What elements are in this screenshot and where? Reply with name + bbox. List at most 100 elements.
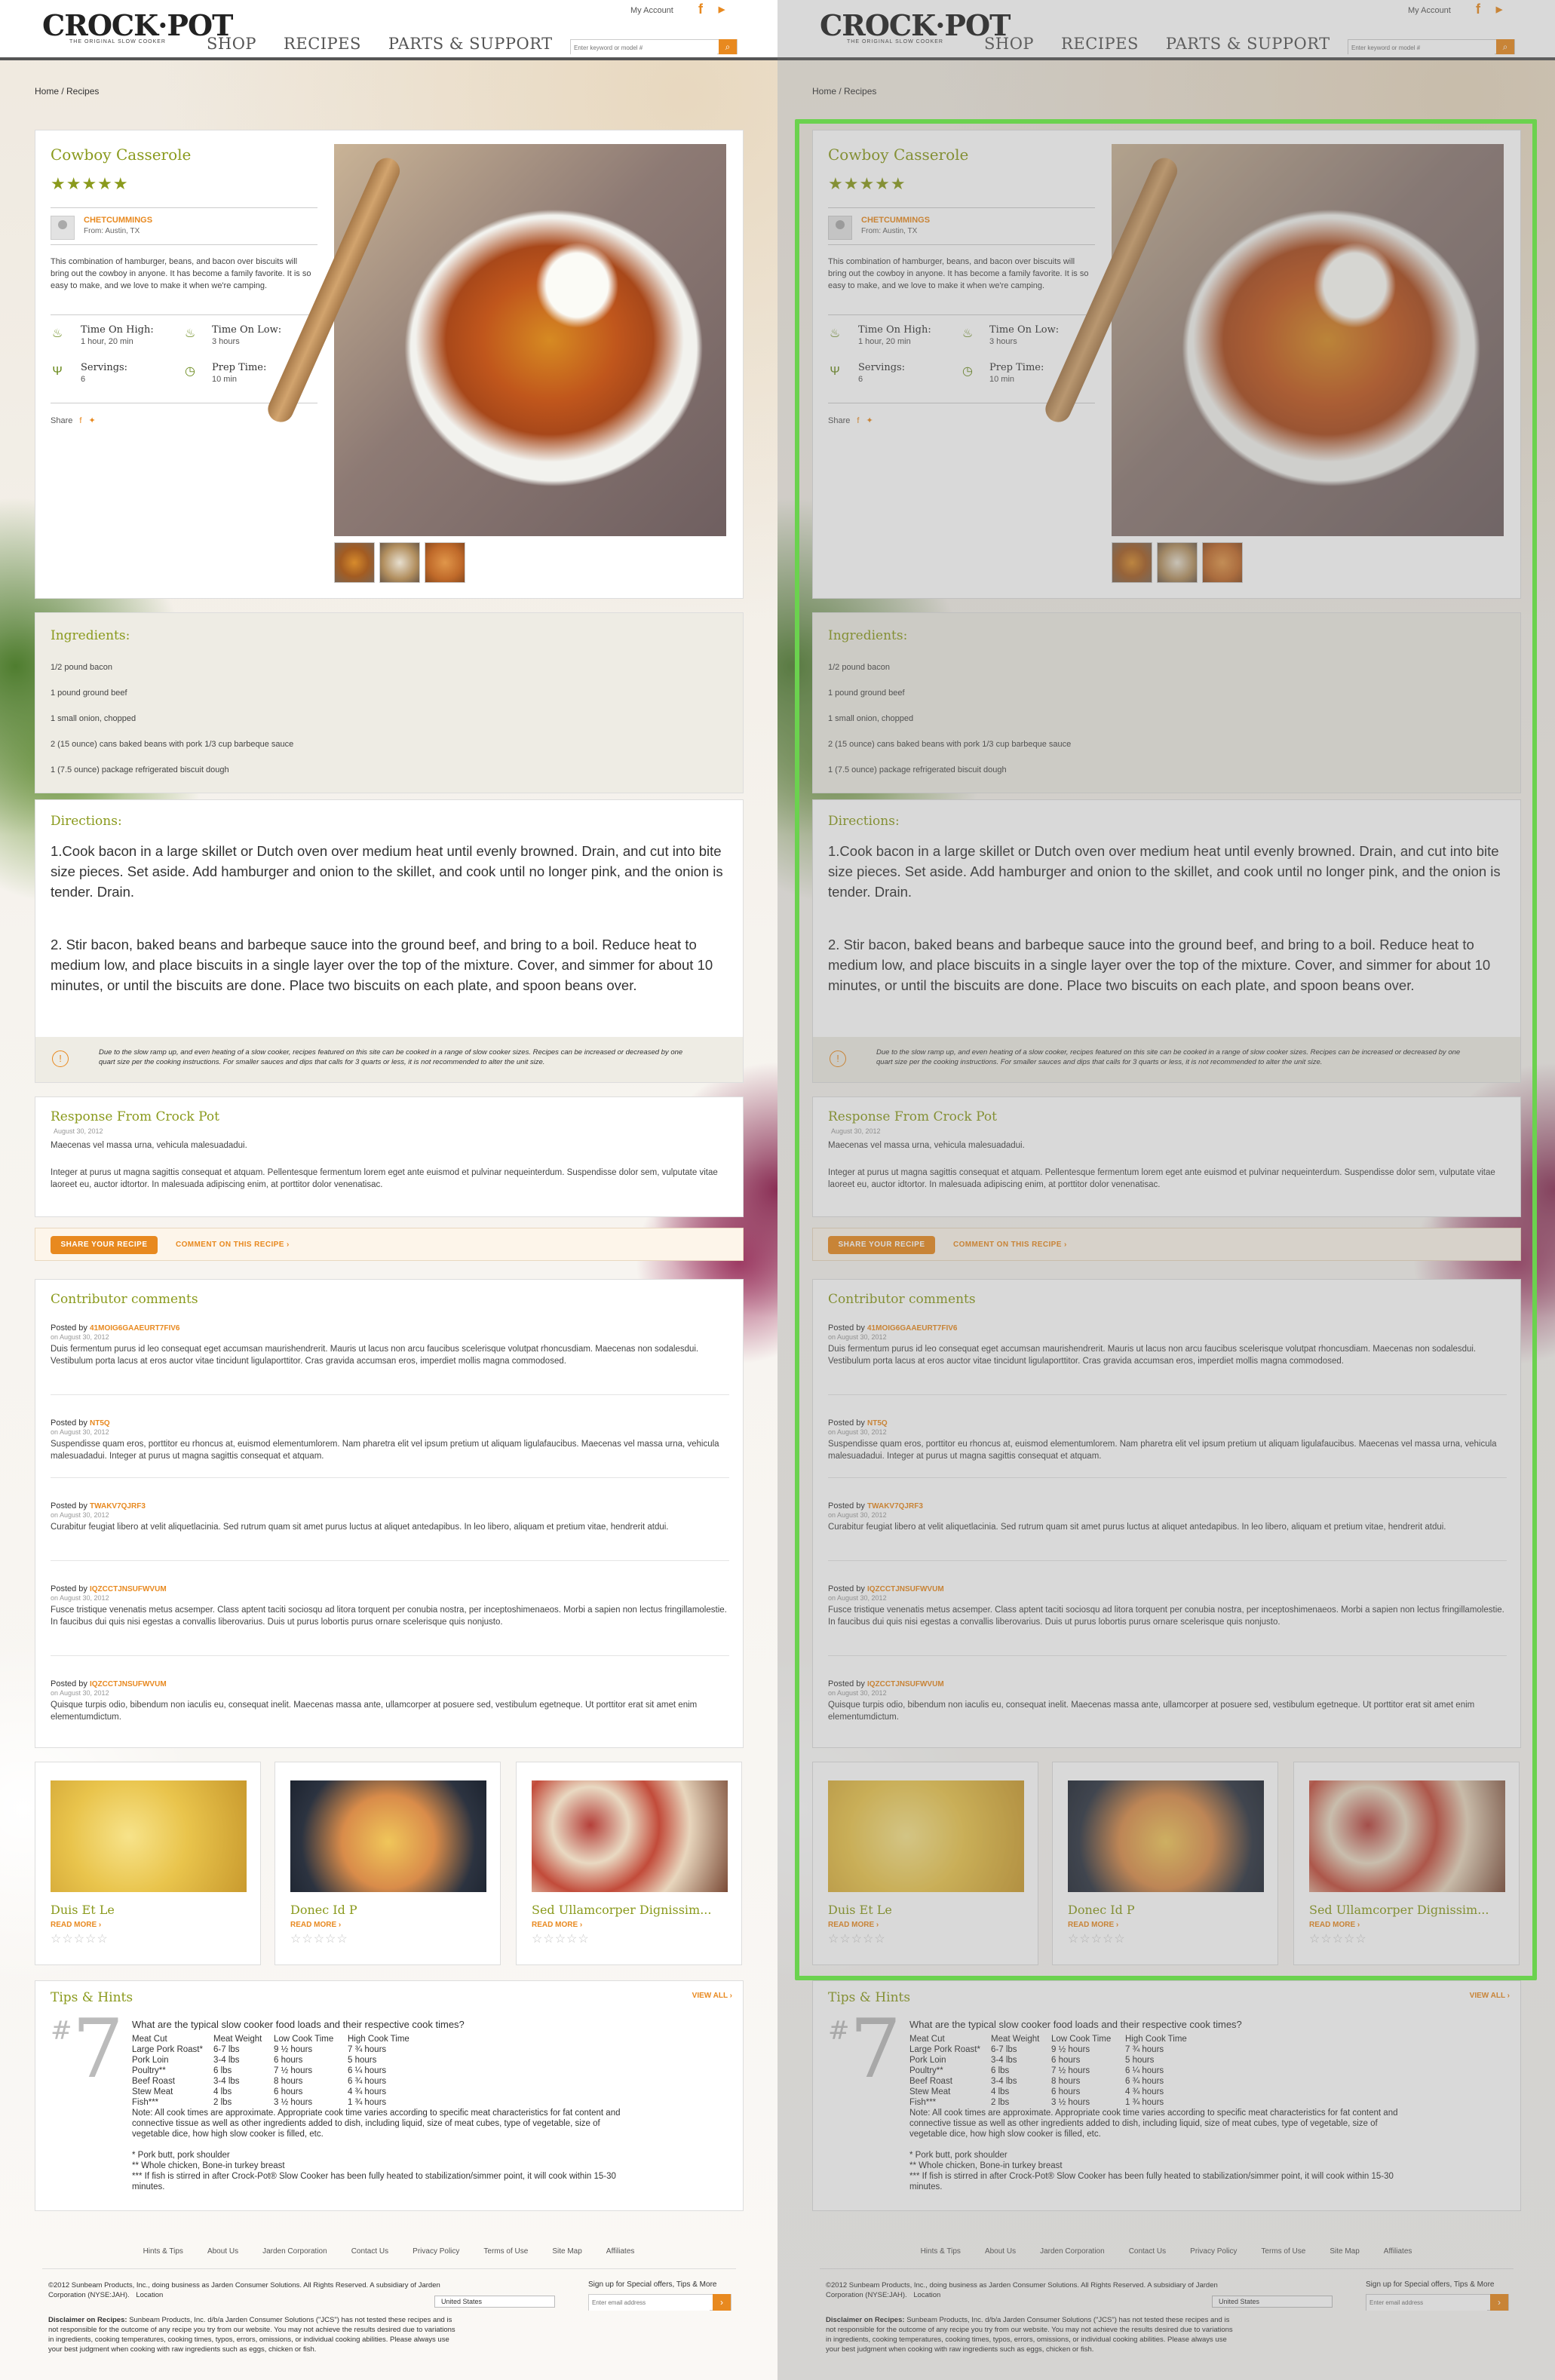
youtube-icon[interactable]: ▶ [715,2,728,20]
related-recipe-name[interactable]: Donec Id P [1068,1903,1135,1917]
nav-recipes[interactable]: RECIPES [284,35,361,53]
rating-stars[interactable]: ★★★★★ [828,174,906,194]
related-recipe-card[interactable]: Sed Ullamcorper Dignissim... READ MORE ›… [1293,1762,1520,1965]
comment: Posted by 41MOIG6GAAEURT7FIV6 on August … [828,1323,1507,1367]
related-recipe-name[interactable]: Duis Et Le [51,1903,115,1917]
footer-link[interactable]: Affiliates [606,2247,635,2256]
related-recipe-name[interactable]: Duis Et Le [828,1903,892,1917]
comment-user[interactable]: NT5Q [90,1419,110,1428]
footer-link[interactable]: Terms of Use [1261,2247,1305,2256]
comment-on-recipe-link[interactable]: COMMENT ON THIS RECIPE › [953,1241,1067,1249]
twitter-icon[interactable]: ✦ [89,416,96,425]
response-date: August 30, 2012 [54,1127,103,1135]
slow-cooker-note: ! Due to the slow ramp up, and even heat… [813,1037,1520,1082]
copyright: ©2012 Sunbeam Products, Inc., doing busi… [48,2280,455,2300]
twitter-icon[interactable]: ✦ [866,416,873,425]
comment-user[interactable]: IQZCCTJNSUFWVUM [90,1585,167,1593]
footer-link[interactable]: About Us [207,2247,238,2256]
footer-link[interactable]: About Us [985,2247,1016,2256]
youtube-icon[interactable]: ▶ [1492,2,1506,20]
view-all-link[interactable]: VIEW ALL › [1470,1992,1510,2000]
my-account-link[interactable]: My Account [630,6,673,15]
footer-link[interactable]: Contact Us [1129,2247,1166,2256]
my-account-link[interactable]: My Account [1408,6,1451,15]
read-more-link[interactable]: READ MORE › [532,1921,582,1929]
read-more-link[interactable]: READ MORE › [828,1921,879,1929]
avatar [51,216,75,240]
nav-shop[interactable]: SHOP [207,35,256,53]
related-recipe-card[interactable]: Donec Id P READ MORE › ☆☆☆☆☆ [275,1762,501,1965]
nav-parts-support[interactable]: PARTS & SUPPORT [388,35,553,53]
share-your-recipe-button[interactable]: SHARE YOUR RECIPE [51,1236,158,1254]
related-recipe-name[interactable]: Sed Ullamcorper Dignissim... [1309,1903,1489,1917]
country-select[interactable]: United States [434,2296,555,2308]
comment-user[interactable]: IQZCCTJNSUFWVUM [867,1680,944,1688]
photo-thumbnail[interactable] [379,542,420,583]
footer-link[interactable]: Privacy Policy [1190,2247,1237,2256]
posted-by-label: Posted by [828,1584,865,1593]
read-more-link[interactable]: READ MORE › [1068,1921,1118,1929]
table-cell: Pork Loin [132,2056,169,2065]
crockpot-logo[interactable]: CROCK·POT THE ORIGINAL SLOW COOKER [820,11,1011,45]
search-button[interactable]: ⌕ [719,39,737,54]
search-input[interactable] [1348,41,1495,55]
facebook-icon[interactable]: f [1471,2,1485,20]
footer-link[interactable]: Hints & Tips [143,2247,183,2256]
comment-user[interactable]: TWAKV7QJRF3 [867,1502,923,1511]
search-button[interactable]: ⌕ [1496,39,1514,54]
read-more-link[interactable]: READ MORE › [51,1921,101,1929]
comment-user[interactable]: 41MOIG6GAAEURT7FIV6 [90,1324,179,1333]
footer-link[interactable]: Jarden Corporation [1040,2247,1105,2256]
related-recipe-card[interactable]: Sed Ullamcorper Dignissim... READ MORE ›… [516,1762,742,1965]
email-input[interactable] [1366,2295,1487,2311]
related-recipe-photo [828,1780,1024,1892]
breadcrumb[interactable]: Home / Recipes [35,86,99,97]
read-more-link[interactable]: READ MORE › [1309,1921,1360,1929]
comment-user[interactable]: IQZCCTJNSUFWVUM [90,1680,167,1688]
photo-thumbnail[interactable] [1112,542,1152,583]
related-recipe-card[interactable]: Duis Et Le READ MORE › ☆☆☆☆☆ [812,1762,1038,1965]
photo-thumbnail[interactable] [425,542,465,583]
footer-link[interactable]: Jarden Corporation [262,2247,327,2256]
related-recipe-card[interactable]: Duis Et Le READ MORE › ☆☆☆☆☆ [35,1762,261,1965]
rating-stars[interactable]: ★★★★★ [51,174,129,194]
nav-recipes[interactable]: RECIPES [1061,35,1139,53]
nav-shop[interactable]: SHOP [984,35,1034,53]
nav-parts-support[interactable]: PARTS & SUPPORT [1166,35,1330,53]
crockpot-logo[interactable]: CROCK·POT THE ORIGINAL SLOW COOKER [42,11,233,45]
comment-user[interactable]: IQZCCTJNSUFWVUM [867,1585,944,1593]
footer-link[interactable]: Site Map [552,2247,581,2256]
comment-user[interactable]: NT5Q [867,1419,888,1428]
share-your-recipe-button[interactable]: SHARE YOUR RECIPE [828,1236,935,1254]
photo-thumbnail[interactable] [1157,542,1198,583]
photo-thumbnail[interactable] [1202,542,1243,583]
footer-link[interactable]: Contact Us [351,2247,388,2256]
comment-on-recipe-link[interactable]: COMMENT ON THIS RECIPE › [176,1241,290,1249]
comment-user[interactable]: 41MOIG6GAAEURT7FIV6 [867,1324,957,1333]
email-submit-button[interactable]: › [1490,2294,1508,2311]
related-recipe-name[interactable]: Donec Id P [290,1903,357,1917]
footer-link[interactable]: Affiliates [1384,2247,1412,2256]
view-all-link[interactable]: VIEW ALL › [692,1992,732,2000]
related-recipe-name[interactable]: Sed Ullamcorper Dignissim... [532,1903,711,1917]
footer-link[interactable]: Privacy Policy [413,2247,459,2256]
read-more-link[interactable]: READ MORE › [290,1921,341,1929]
footer-link[interactable]: Terms of Use [483,2247,528,2256]
comment-user[interactable]: TWAKV7QJRF3 [90,1502,146,1511]
author-name[interactable]: CHETCUMMINGS [861,216,930,225]
table-cell: 6 hours [274,2087,303,2096]
facebook-icon[interactable]: f [79,416,81,425]
footer-link[interactable]: Hints & Tips [921,2247,961,2256]
facebook-icon[interactable]: f [857,416,859,425]
country-select[interactable]: United States [1212,2296,1333,2308]
photo-thumbnail[interactable] [334,542,375,583]
facebook-icon[interactable]: f [694,2,707,20]
related-recipe-card[interactable]: Donec Id P READ MORE › ☆☆☆☆☆ [1052,1762,1278,1965]
breadcrumb[interactable]: Home / Recipes [812,86,876,97]
email-submit-button[interactable]: › [713,2294,731,2311]
author-name[interactable]: CHETCUMMINGS [84,216,152,225]
search-input[interactable] [571,41,717,55]
email-input[interactable] [589,2295,710,2311]
footer-link[interactable]: Site Map [1330,2247,1359,2256]
author-location: From: Austin, TX [861,227,918,235]
